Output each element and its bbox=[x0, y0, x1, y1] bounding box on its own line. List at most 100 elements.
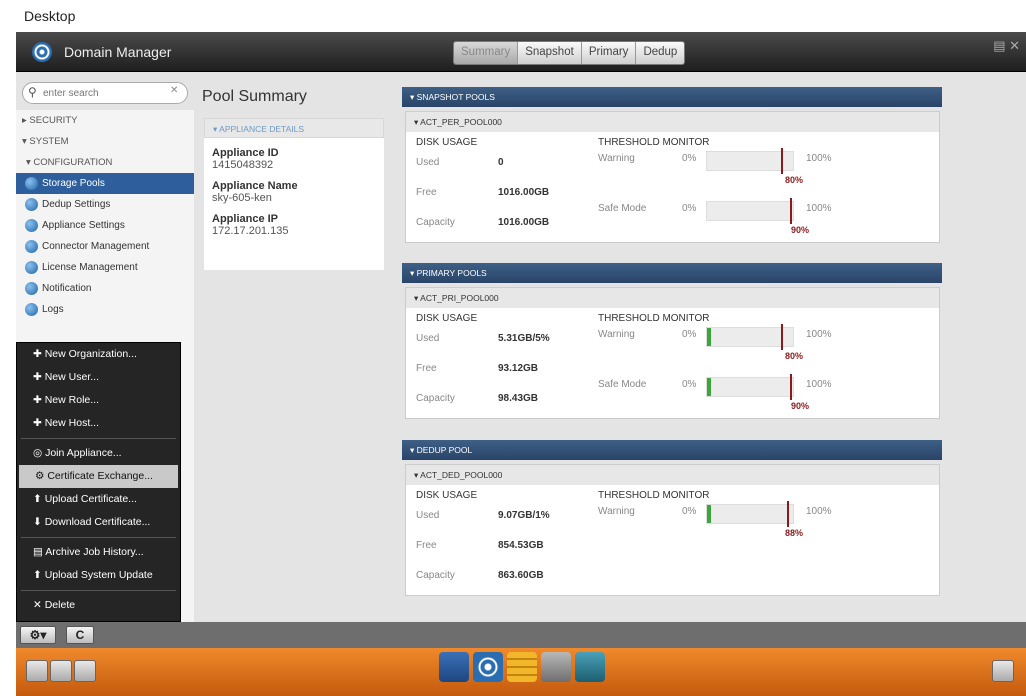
help-icon[interactable] bbox=[26, 660, 48, 682]
sidebar-item-label: Notification bbox=[42, 283, 92, 294]
threshold-monitor-heading: THRESHOLD MONITOR bbox=[598, 313, 710, 324]
monitor-app-icon[interactable] bbox=[575, 652, 605, 682]
primary-pools-header[interactable]: ▾ PRIMARY POOLS bbox=[402, 263, 942, 283]
wrench-icon[interactable] bbox=[74, 660, 96, 682]
menu-item-download-certificate[interactable]: ⬇ Download Certificate... bbox=[17, 511, 180, 534]
safe-mode-percent: 0% bbox=[682, 379, 697, 390]
threshold-marker bbox=[781, 148, 783, 174]
menu-item-new-user[interactable]: ✚ New User... bbox=[17, 366, 180, 389]
max-percent: 100% bbox=[806, 329, 832, 340]
tab-summary[interactable]: Summary bbox=[454, 42, 518, 64]
settings-icon[interactable] bbox=[50, 660, 72, 682]
storage-app-icon[interactable] bbox=[507, 652, 537, 682]
used-label: Used bbox=[416, 333, 440, 344]
sidebar-section-label: SYSTEM bbox=[29, 136, 69, 147]
sidebar-item-label: Connector Management bbox=[42, 241, 150, 252]
disk-app-icon[interactable] bbox=[541, 652, 571, 682]
pool-card-header[interactable]: ▾ ACT_PER_POOL000 bbox=[406, 112, 939, 132]
section-heading: SNAPSHOT POOLS bbox=[416, 92, 495, 102]
sidebar-item-logs[interactable]: Logs bbox=[16, 299, 194, 320]
max-percent: 100% bbox=[806, 153, 832, 164]
network-app-icon[interactable] bbox=[439, 652, 469, 682]
warning-label: Warning bbox=[598, 153, 635, 164]
snapshot-pools-section: ▾ SNAPSHOT POOLS ▾ ACT_PER_POOL000 DISK … bbox=[402, 87, 942, 243]
used-label: Used bbox=[416, 510, 440, 521]
max-percent: 100% bbox=[806, 379, 832, 390]
sidebar-item-label: Logs bbox=[42, 304, 64, 315]
warning-percent: 0% bbox=[682, 506, 697, 517]
pool-card: ▾ ACT_PER_POOL000 DISK USAGE THRESHOLD M… bbox=[405, 111, 940, 243]
menu-item-label: New Role... bbox=[44, 394, 99, 406]
appliance-ip-value: 172.17.201.135 bbox=[212, 225, 289, 237]
refresh-button[interactable]: C bbox=[66, 626, 94, 644]
sidebar-section-security[interactable]: ▸ SECURITY bbox=[16, 110, 194, 131]
menu-item-new-organization[interactable]: ✚ New Organization... bbox=[17, 343, 180, 366]
capacity-value: 1016.00GB bbox=[498, 217, 550, 228]
safe-mode-label: Safe Mode bbox=[598, 203, 647, 214]
menu-item-label: Upload System Update bbox=[44, 569, 153, 581]
menu-divider bbox=[21, 537, 176, 538]
settings-globe-icon bbox=[25, 303, 38, 316]
sidebar-section-system[interactable]: ▾ SYSTEM bbox=[16, 131, 194, 152]
dedup-pool-section: ▾ DEDUP POOL ▾ ACT_DED_POOL000 DISK USAG… bbox=[402, 440, 942, 596]
tab-primary[interactable]: Primary bbox=[580, 42, 636, 64]
sidebar-item-license-management[interactable]: License Management bbox=[16, 257, 194, 278]
dedup-pool-header[interactable]: ▾ DEDUP POOL bbox=[402, 440, 942, 460]
sidebar-toolbar: ⚙▾ C bbox=[16, 622, 1026, 648]
capacity-label: Capacity bbox=[416, 570, 455, 581]
pool-card-body: DISK USAGE THRESHOLD MONITOR Used 5.31GB… bbox=[406, 308, 939, 418]
threshold-marker-label: 90% bbox=[791, 401, 810, 411]
tab-dedup[interactable]: Dedup bbox=[635, 42, 685, 64]
section-heading: DEDUP POOL bbox=[416, 445, 473, 455]
sidebar-item-connector-management[interactable]: Connector Management bbox=[16, 236, 194, 257]
menu-item-delete[interactable]: ✕ Delete bbox=[17, 594, 180, 617]
refresh-icon: C bbox=[75, 628, 85, 642]
taskbar bbox=[16, 648, 1026, 696]
book-icon[interactable] bbox=[992, 660, 1014, 682]
pool-name: ACT_DED_POOL000 bbox=[420, 470, 503, 480]
pool-card: ▾ ACT_PRI_POOL000 DISK USAGE THRESHOLD M… bbox=[405, 287, 940, 419]
menu-item-upload-certificate[interactable]: ⬆ Upload Certificate... bbox=[17, 488, 180, 511]
threshold-marker bbox=[790, 374, 792, 400]
threshold-monitor-heading: THRESHOLD MONITOR bbox=[598, 490, 710, 501]
menu-item-join-appliance[interactable]: ◎ Join Appliance... bbox=[17, 442, 180, 465]
sidebar-item-storage-pools[interactable]: Storage Pools bbox=[16, 173, 194, 194]
menu-item-archive-job-history[interactable]: ▤ Archive Job History... bbox=[17, 541, 180, 564]
sidebar-item-dedup-settings[interactable]: Dedup Settings bbox=[16, 194, 194, 215]
sidebar-group-label: CONFIGURATION bbox=[33, 157, 113, 168]
pool-card-header[interactable]: ▾ ACT_PRI_POOL000 bbox=[406, 288, 939, 308]
clear-search-icon[interactable]: ✕ bbox=[170, 85, 178, 96]
used-value: 0 bbox=[498, 157, 504, 168]
appliance-details-panel: ▾ APPLIANCE DETAILS Appliance ID 1415048… bbox=[204, 118, 384, 270]
sidebar-group-configuration[interactable]: ▾ CONFIGURATION bbox=[16, 152, 194, 173]
free-value: 1016.00GB bbox=[498, 187, 550, 198]
threshold-marker bbox=[787, 501, 789, 527]
warning-threshold-bar: 80% bbox=[706, 324, 803, 361]
search-input[interactable] bbox=[22, 82, 188, 104]
tab-snapshot[interactable]: Snapshot bbox=[517, 42, 581, 64]
max-percent: 100% bbox=[806, 203, 832, 214]
window-controls[interactable]: ▤ ✕ bbox=[993, 38, 1020, 54]
domain-manager-app-icon[interactable] bbox=[473, 652, 503, 682]
title-bar: Domain Manager Summary Snapshot Primary … bbox=[16, 32, 1026, 72]
warning-percent: 0% bbox=[682, 329, 697, 340]
menu-item-new-role[interactable]: ✚ New Role... bbox=[17, 389, 180, 412]
pool-name: ACT_PRI_POOL000 bbox=[420, 293, 499, 303]
menu-item-upload-system-update[interactable]: ⬆ Upload System Update bbox=[17, 564, 180, 587]
menu-item-certificate-exchange[interactable]: ⚙ Certificate Exchange... bbox=[19, 465, 178, 488]
menu-item-label: New User... bbox=[44, 371, 99, 383]
menu-item-label: Download Certificate... bbox=[44, 516, 151, 528]
search-icon: ⚲ bbox=[28, 85, 37, 99]
warning-label: Warning bbox=[598, 329, 635, 340]
capacity-value: 863.60GB bbox=[498, 570, 544, 581]
appliance-details-header[interactable]: ▾ APPLIANCE DETAILS bbox=[204, 118, 384, 138]
capacity-value: 98.43GB bbox=[498, 393, 539, 404]
safe-mode-label: Safe Mode bbox=[598, 379, 647, 390]
sidebar-item-notification[interactable]: Notification bbox=[16, 278, 194, 299]
sidebar-item-appliance-settings[interactable]: Appliance Settings bbox=[16, 215, 194, 236]
settings-menu-button[interactable]: ⚙▾ bbox=[20, 626, 56, 644]
menu-item-new-host[interactable]: ✚ New Host... bbox=[17, 412, 180, 435]
snapshot-pools-header[interactable]: ▾ SNAPSHOT POOLS bbox=[402, 87, 942, 107]
pool-card-header[interactable]: ▾ ACT_DED_POOL000 bbox=[406, 465, 939, 485]
menu-item-label: Delete bbox=[44, 599, 76, 611]
